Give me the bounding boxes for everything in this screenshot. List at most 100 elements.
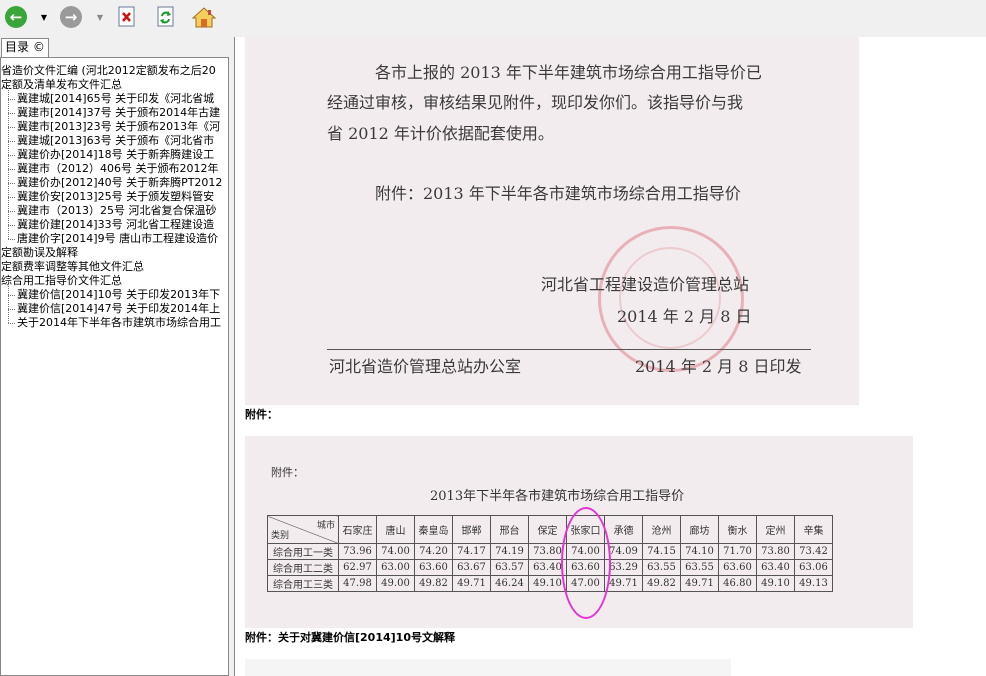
table-cell: 74.00 (376, 543, 415, 560)
explanation-caption: 附件：关于对冀建价信[2014]10号文解释 (245, 631, 455, 644)
table-cell: 73.96 (338, 543, 377, 560)
table-cell: 63.60 (414, 559, 453, 576)
table-cell: 49.71 (452, 575, 491, 592)
table-cell: 74.17 (452, 543, 491, 560)
stop-button[interactable] (114, 4, 140, 30)
table-cell: 46.24 (490, 575, 529, 592)
table-cell: 49.00 (376, 575, 415, 592)
wage-guide-table: 城市 类别 石家庄 唐山 秦皇岛 邯郸 邢台 保定 张家口 承德 沧州 廊坊 衡水 定州 辛集 综合用工… (267, 515, 833, 592)
table-cell: 63.55 (680, 559, 719, 576)
refresh-button[interactable] (153, 4, 179, 30)
table-row: 综合用工三类 47.98 49.00 49.82 49.71 46.24 49.10 47.0… (267, 575, 833, 592)
notice-office: 河北省造价管理总站办公室 (329, 357, 522, 376)
city-header-cell: 邯郸 (452, 515, 491, 544)
back-dropdown-chevron-down-icon[interactable]: ▼ (39, 11, 49, 23)
table-cell: 62.97 (338, 559, 377, 576)
row-category-label: 综合用工一类 (267, 543, 339, 560)
official-seal (598, 226, 744, 372)
table-corner-cell: 城市 类别 (267, 515, 339, 544)
tree-item-document[interactable]: 冀建城[2013]63号 关于颁布《河北省市 (1, 127, 228, 148)
tree-item-document[interactable]: 冀建市[2014]37号 关于颁布2014年古建 (1, 99, 228, 120)
table-cell: 63.40 (756, 559, 795, 576)
forward-button[interactable]: → (58, 4, 84, 30)
table-cell: 74.15 (642, 543, 681, 560)
table-cell: 74.20 (414, 543, 453, 560)
notice-sign-date: 2014 年 2 月 8 日 (617, 307, 752, 326)
tree-item-folder[interactable]: 定额及清单发布文件汇总 (1, 78, 228, 92)
row-category-label: 综合用工二类 (267, 559, 339, 576)
home-icon (192, 7, 216, 28)
table-header-row: 城市 类别 石家庄 唐山 秦皇岛 邯郸 邢台 保定 张家口 承德 沧州 廊坊 衡水 定州 辛集 (267, 515, 833, 544)
table-cell: 71.70 (718, 543, 757, 560)
notice-scan-image: 各市上报的 2013 年下半年建筑市场综合用工指导价已 经通过审核，审核结果见附… (245, 37, 859, 405)
tab-contents[interactable]: 目录 © (1, 38, 49, 57)
table-cell: 46.80 (718, 575, 757, 592)
city-header-cell: 秦皇岛 (414, 515, 453, 544)
tree-item-document[interactable]: 冀建价建[2014]33号 河北省工程建设造 (1, 211, 228, 232)
table-cell: 49.82 (414, 575, 453, 592)
back-arrow-icon: ← (5, 6, 27, 28)
table-cell: 74.10 (680, 543, 719, 560)
tree-item-document[interactable]: 冀建价信[2014]10号 关于印发2013年下 (1, 281, 228, 302)
city-header-cell: 保定 (528, 515, 567, 544)
table-cell: 47.98 (338, 575, 377, 592)
home-button[interactable] (191, 4, 217, 30)
sidebar-tree-panel[interactable]: 省造价文件汇编 (河北2012定额发布之后20 定额及清单发布文件汇总 冀建城[20… (0, 57, 229, 676)
table-cell: 63.55 (642, 559, 681, 576)
attachment-caption: 附件： (245, 408, 278, 421)
city-header-cell: 唐山 (376, 515, 415, 544)
row-category-label: 综合用工三类 (267, 575, 339, 592)
city-header-cell: 定州 (756, 515, 795, 544)
tree-item-folder[interactable]: 综合用工指导价文件汇总 (1, 274, 228, 288)
table-cell: 63.06 (794, 559, 833, 576)
tree-item-document[interactable]: 冀建价安[2013]25号 关于颁发塑料管安 (1, 183, 228, 204)
table-cell: 63.00 (376, 559, 415, 576)
back-button[interactable]: ← (3, 4, 29, 30)
forward-dropdown-chevron-down-icon[interactable]: ▼ (95, 11, 105, 23)
notice-attachment-line: 附件：2013 年下半年各市建筑市场综合用工指导价 (375, 184, 741, 203)
sidebar-tabbar: 目录 © (0, 37, 232, 57)
tree-item-document[interactable]: 冀建价办[2012]40号 关于新奔腾PT2012 (1, 169, 228, 190)
table-row: 综合用工二类 62.97 63.00 63.60 63.67 63.57 63.40 63.6… (267, 559, 833, 576)
tree-item-document[interactable]: 冀建市（2013）25号 河北省复合保温砂 (1, 197, 228, 218)
tree-item-folder[interactable]: 定额勘误及解释 (1, 246, 228, 260)
highlight-circle-annotation (561, 507, 611, 619)
table-cell: 49.71 (680, 575, 719, 592)
table-cell: 49.10 (528, 575, 567, 592)
table-attachment-label: 附件： (271, 466, 304, 479)
tree-item-document[interactable]: 冀建市[2013]23号 关于颁布2013年《河 (1, 113, 228, 134)
document-view[interactable]: 各市上报的 2013 年下半年建筑市场综合用工指导价已 经通过审核，审核结果见附… (234, 37, 986, 676)
table-cell: 49.13 (794, 575, 833, 592)
table-cell: 63.67 (452, 559, 491, 576)
tree-item-document[interactable]: 冀建价办[2014]18号 关于新奔腾建设工 (1, 141, 228, 162)
contents-tree: 省造价文件汇编 (河北2012定额发布之后20 定额及清单发布文件汇总 冀建城[20… (1, 64, 228, 330)
stop-document-icon (118, 6, 135, 27)
notice-issuer: 河北省工程建设造价管理总站 (541, 275, 750, 294)
table-title: 2013年下半年各市建筑市场综合用工指导价 (430, 489, 685, 504)
notice-paragraph-line-2: 经通过审核，审核结果见附件，现印发你们。该指导价与我 (327, 93, 744, 112)
table-body: 综合用工一类 73.96 74.00 74.20 74.17 74.19 73.80 74.0… (267, 543, 833, 592)
tree-item-document[interactable]: 唐建价字[2014]9号 唐山市工程建设造价 (1, 225, 228, 246)
table-cell: 73.80 (756, 543, 795, 560)
city-header-cell: 衡水 (718, 515, 757, 544)
table-cell: 49.71 (604, 575, 643, 592)
tree-item-folder[interactable]: 省造价文件汇编 (河北2012定额发布之后20 (1, 64, 228, 78)
notice-print-date: 2014 年 2 月 8 日印发 (635, 357, 802, 376)
tree-item-document[interactable]: 冀建价信[2014]47号 关于印发2014年上 (1, 295, 228, 316)
city-header-cell: 石家庄 (338, 515, 377, 544)
city-header-cell: 廊坊 (680, 515, 719, 544)
city-header-cell: 承德 (604, 515, 643, 544)
forward-arrow-icon: → (60, 6, 82, 28)
tree-item-folder[interactable]: 定额费率调整等其他文件汇总 (1, 260, 228, 274)
city-header-cell: 邢台 (490, 515, 529, 544)
tree-item-document[interactable]: 关于2014年下半年各市建筑市场综合用工 (1, 309, 228, 330)
table-cell: 74.19 (490, 543, 529, 560)
table-cell: 63.57 (490, 559, 529, 576)
table-cell: 63.60 (718, 559, 757, 576)
tree-item-document[interactable]: 冀建城[2014]65号 关于印发《河北省城 (1, 85, 228, 106)
tree-item-document[interactable]: 冀建市（2012）406号 关于颁布2012年 (1, 155, 228, 176)
table-row: 综合用工一类 73.96 74.00 74.20 74.17 74.19 73.80 74.0… (267, 543, 833, 560)
table-cell: 49.10 (756, 575, 795, 592)
divider (327, 349, 811, 350)
city-header-cell: 沧州 (642, 515, 681, 544)
